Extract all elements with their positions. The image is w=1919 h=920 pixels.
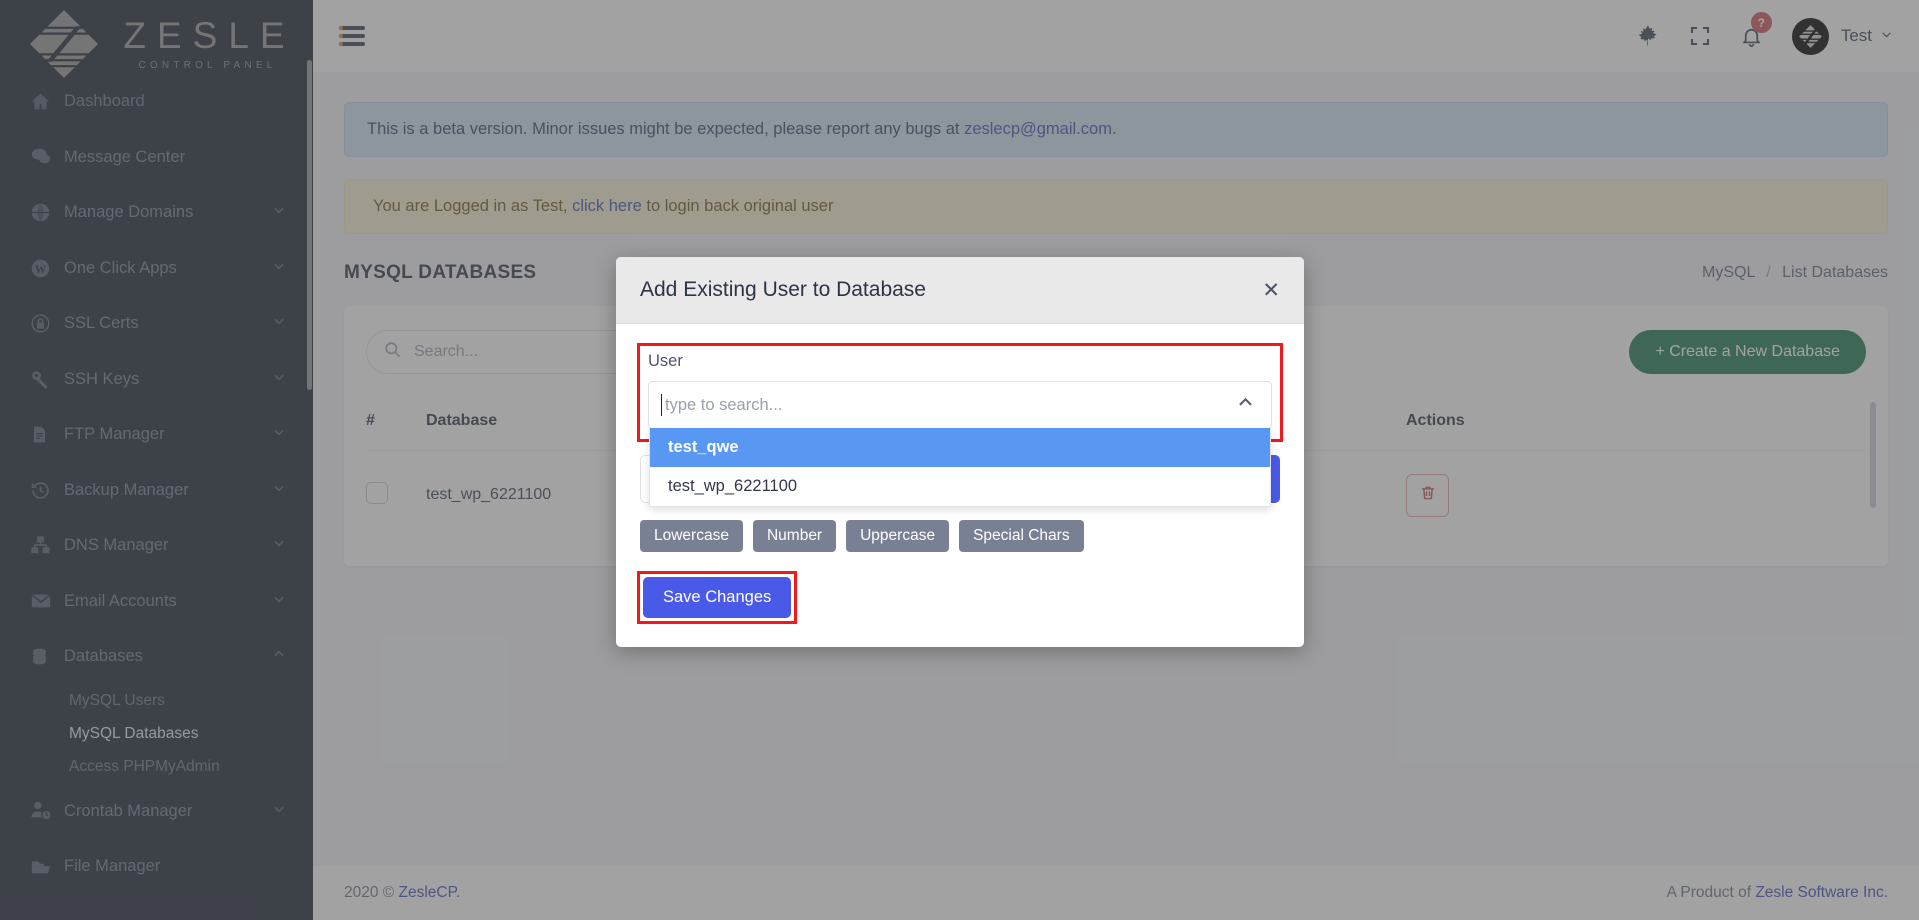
save-changes-highlight: Save Changes — [636, 571, 798, 624]
user-select-placeholder: type to search... — [660, 393, 783, 416]
chip-number[interactable]: Number — [752, 520, 837, 552]
user-field-label: User — [648, 352, 683, 370]
user-options-dropdown: test_qwe test_wp_6221100 — [649, 428, 1271, 507]
modal-body: User type to search... test_qwe test_wp_… — [616, 324, 1304, 647]
modal-header: Add Existing User to Database ✕ — [616, 257, 1304, 324]
option-test-wp-6221100[interactable]: test_wp_6221100 — [650, 467, 1270, 506]
chip-lowercase[interactable]: Lowercase — [640, 520, 743, 552]
modal-title: Add Existing User to Database — [640, 278, 926, 301]
save-changes-button[interactable]: Save Changes — [643, 577, 792, 618]
option-test-qwe[interactable]: test_qwe — [650, 428, 1270, 467]
user-field-group: User type to search... test_qwe test_wp_… — [637, 343, 1283, 507]
password-option-chips: Lowercase Number Uppercase Special Chars — [640, 520, 1280, 552]
add-existing-user-modal: Add Existing User to Database ✕ User typ… — [616, 257, 1304, 647]
close-icon[interactable]: ✕ — [1262, 280, 1280, 301]
chip-special-chars[interactable]: Special Chars — [959, 520, 1084, 552]
chevron-up-icon[interactable] — [1236, 393, 1255, 417]
user-select-input[interactable]: type to search... test_qwe test_wp_62211… — [648, 381, 1272, 507]
app-root: ZESLE CONTROL PANEL Dashboard Message Ce… — [0, 0, 1919, 920]
chip-uppercase[interactable]: Uppercase — [846, 520, 950, 552]
